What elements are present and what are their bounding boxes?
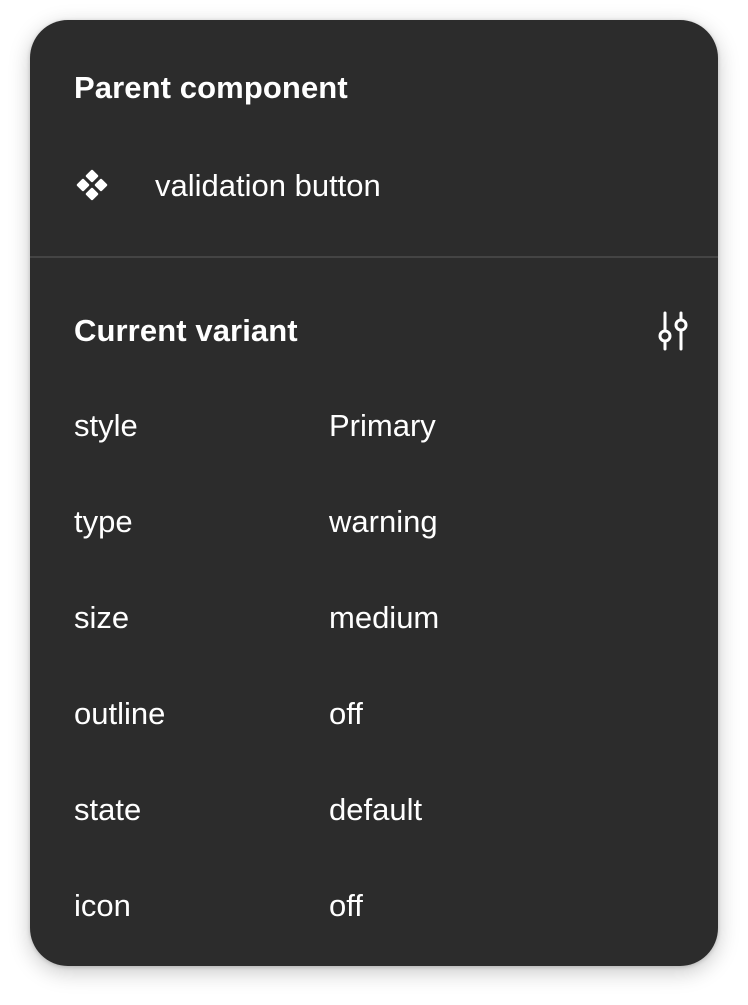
property-value: default bbox=[329, 792, 423, 827]
property-value: medium bbox=[329, 600, 440, 635]
property-value: Primary bbox=[329, 408, 436, 443]
property-name: style bbox=[74, 408, 138, 443]
property-row-type[interactable]: type warning bbox=[74, 501, 674, 597]
property-value: off bbox=[329, 888, 363, 923]
property-row-size[interactable]: size medium bbox=[74, 597, 674, 693]
component-properties-panel: Parent component validation button Curre… bbox=[30, 20, 718, 966]
property-value: warning bbox=[329, 504, 438, 539]
property-name: state bbox=[74, 792, 142, 827]
property-name: type bbox=[74, 504, 133, 539]
section-divider bbox=[30, 256, 718, 258]
component-icon bbox=[76, 169, 108, 201]
parent-component-heading: Parent component bbox=[74, 70, 348, 105]
property-name: size bbox=[74, 600, 130, 635]
variant-properties-list: style Primary type warning size medium o… bbox=[74, 405, 674, 966]
current-variant-heading: Current variant bbox=[74, 313, 298, 348]
property-row-icon[interactable]: icon off bbox=[74, 885, 674, 966]
property-row-state[interactable]: state default bbox=[74, 789, 674, 885]
property-name: icon bbox=[74, 888, 131, 923]
property-value: off bbox=[329, 696, 363, 731]
property-name: outline bbox=[74, 696, 166, 731]
sliders-icon bbox=[658, 311, 688, 351]
variant-settings-button[interactable] bbox=[650, 308, 696, 354]
property-row-style[interactable]: style Primary bbox=[74, 405, 674, 501]
property-row-outline[interactable]: outline off bbox=[74, 693, 674, 789]
parent-component-name: validation button bbox=[155, 167, 381, 203]
parent-component-link[interactable]: validation button bbox=[74, 165, 381, 205]
